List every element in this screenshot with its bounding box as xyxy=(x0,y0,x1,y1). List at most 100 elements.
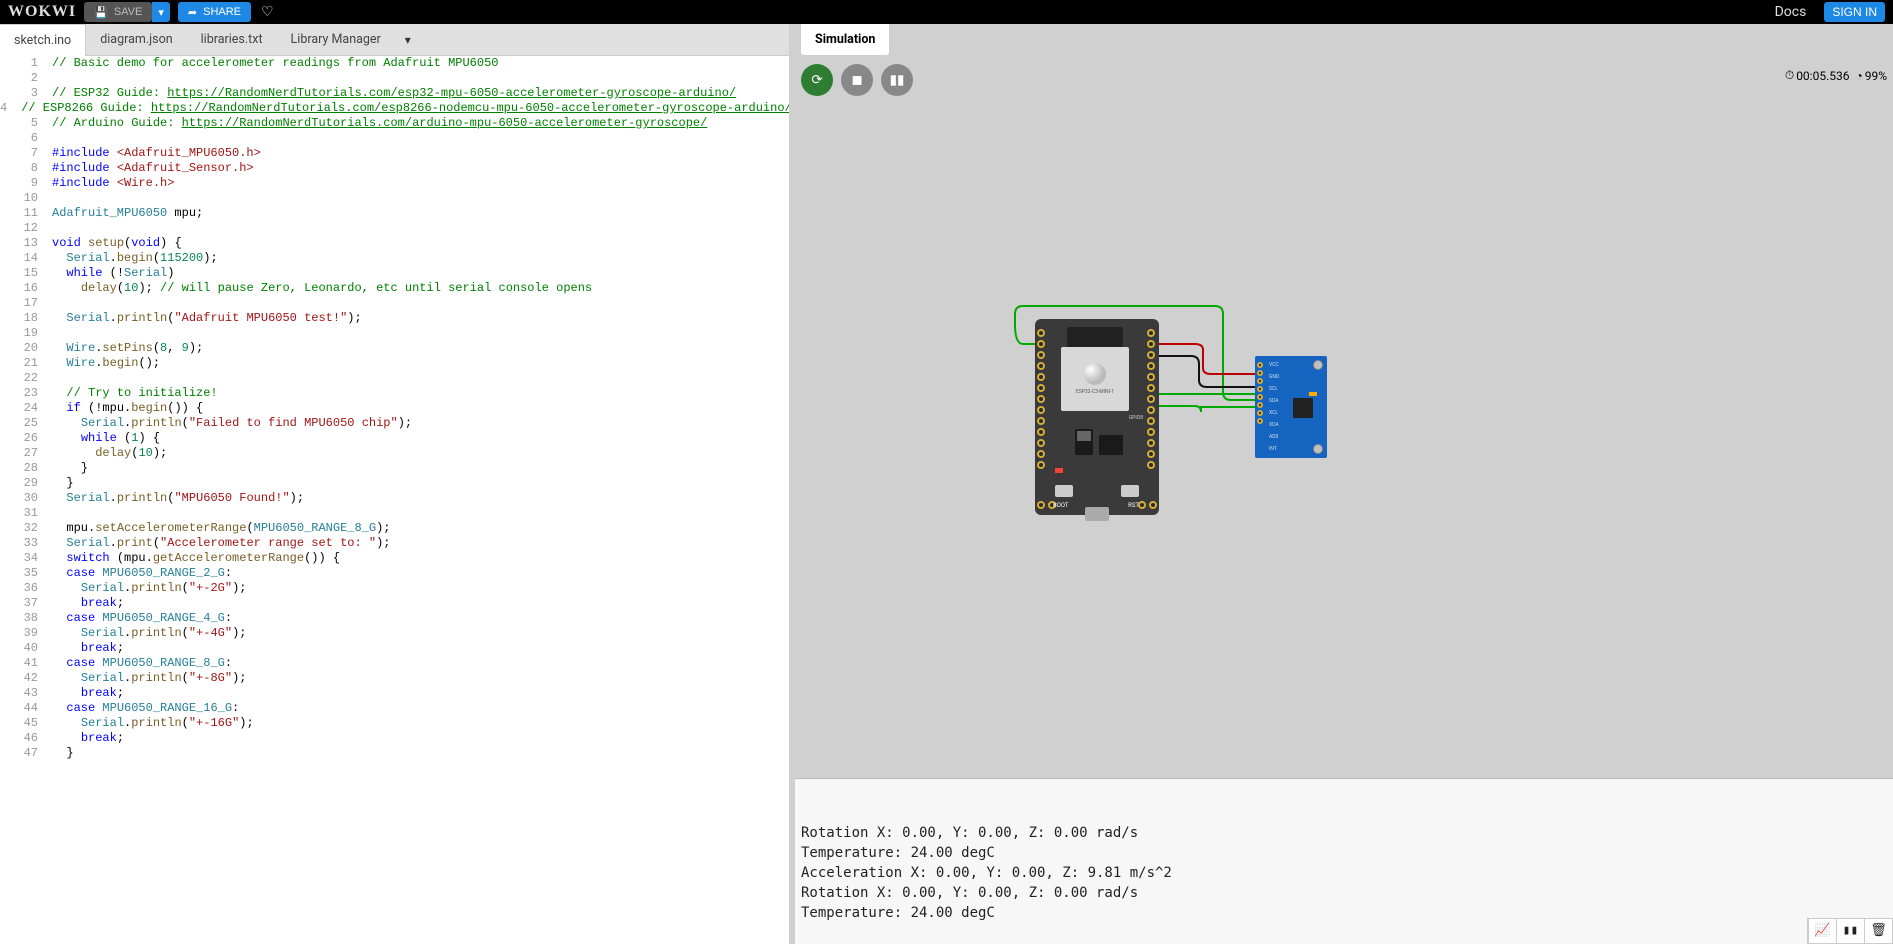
line-content[interactable]: } xyxy=(48,461,789,476)
tab-simulation[interactable]: Simulation xyxy=(801,24,889,55)
plot-icon[interactable]: 📈 xyxy=(1808,919,1836,943)
code-line[interactable]: 17 xyxy=(0,296,789,311)
code-line[interactable]: 20 Wire.setPins(8, 9); xyxy=(0,341,789,356)
line-content[interactable]: break; xyxy=(48,596,789,611)
code-line[interactable]: 25 Serial.println("Failed to find MPU605… xyxy=(0,416,789,431)
line-content[interactable]: break; xyxy=(48,731,789,746)
code-line[interactable]: 27 delay(10); xyxy=(0,446,789,461)
code-line[interactable]: 46 break; xyxy=(0,731,789,746)
save-button[interactable]: 💾 SAVE xyxy=(84,2,152,22)
code-line[interactable]: 44 case MPU6050_RANGE_16_G: xyxy=(0,701,789,716)
line-content[interactable]: Wire.begin(); xyxy=(48,356,789,371)
code-line[interactable]: 11Adafruit_MPU6050 mpu; xyxy=(0,206,789,221)
line-content[interactable]: Wire.setPins(8, 9); xyxy=(48,341,789,356)
code-line[interactable]: 28 } xyxy=(0,461,789,476)
code-line[interactable]: 19 xyxy=(0,326,789,341)
tab-overflow-button[interactable]: ▾ xyxy=(395,25,421,55)
line-content[interactable]: break; xyxy=(48,641,789,656)
code-line[interactable]: 4// ESP8266 Guide: https://RandomNerdTut… xyxy=(0,101,789,116)
code-line[interactable]: 31 xyxy=(0,506,789,521)
restart-button[interactable]: ⟳ xyxy=(801,64,833,96)
line-content[interactable]: Serial.println("Adafruit MPU6050 test!")… xyxy=(48,311,789,326)
code-line[interactable]: 38 case MPU6050_RANGE_4_G: xyxy=(0,611,789,626)
code-line[interactable]: 41 case MPU6050_RANGE_8_G: xyxy=(0,656,789,671)
code-line[interactable]: 34 switch (mpu.getAccelerometerRange()) … xyxy=(0,551,789,566)
line-content[interactable]: void setup(void) { xyxy=(48,236,789,251)
code-line[interactable]: 32 mpu.setAccelerometerRange(MPU6050_RAN… xyxy=(0,521,789,536)
line-content[interactable]: if (!mpu.begin()) { xyxy=(48,401,789,416)
code-line[interactable]: 1// Basic demo for accelerometer reading… xyxy=(0,56,789,71)
line-content[interactable]: while (1) { xyxy=(48,431,789,446)
line-content[interactable] xyxy=(48,371,789,386)
line-content[interactable]: case MPU6050_RANGE_8_G: xyxy=(48,656,789,671)
line-content[interactable]: switch (mpu.getAccelerometerRange()) { xyxy=(48,551,789,566)
code-line[interactable]: 26 while (1) { xyxy=(0,431,789,446)
code-line[interactable]: 29 } xyxy=(0,476,789,491)
code-line[interactable]: 9#include <Wire.h> xyxy=(0,176,789,191)
line-content[interactable]: Serial.println("+-4G"); xyxy=(48,626,789,641)
code-line[interactable]: 39 Serial.println("+-4G"); xyxy=(0,626,789,641)
docs-link[interactable]: Docs xyxy=(1775,4,1807,20)
stop-button[interactable]: ◼ xyxy=(841,64,873,96)
line-content[interactable] xyxy=(48,131,789,146)
line-content[interactable] xyxy=(48,221,789,236)
code-line[interactable]: 2 xyxy=(0,71,789,86)
serial-clear-icon[interactable]: 🗑 xyxy=(1864,919,1892,943)
tab-libraries[interactable]: libraries.txt xyxy=(187,24,277,55)
code-line[interactable]: 10 xyxy=(0,191,789,206)
board-mpu6050[interactable]: VCCGNDSCLSDAXCLXDAAD0INT xyxy=(1255,356,1327,458)
line-content[interactable] xyxy=(48,506,789,521)
line-content[interactable]: case MPU6050_RANGE_2_G: xyxy=(48,566,789,581)
code-line[interactable]: 8#include <Adafruit_Sensor.h> xyxy=(0,161,789,176)
code-line[interactable]: 6 xyxy=(0,131,789,146)
code-line[interactable]: 16 delay(10); // will pause Zero, Leonar… xyxy=(0,281,789,296)
code-line[interactable]: 18 Serial.println("Adafruit MPU6050 test… xyxy=(0,311,789,326)
line-content[interactable]: break; xyxy=(48,686,789,701)
code-line[interactable]: 30 Serial.println("MPU6050 Found!"); xyxy=(0,491,789,506)
code-line[interactable]: 24 if (!mpu.begin()) { xyxy=(0,401,789,416)
line-content[interactable]: // Arduino Guide: https://RandomNerdTuto… xyxy=(48,116,789,131)
line-content[interactable] xyxy=(48,191,789,206)
line-content[interactable] xyxy=(48,326,789,341)
line-content[interactable]: #include <Adafruit_Sensor.h> xyxy=(48,161,789,176)
line-content[interactable]: Serial.begin(115200); xyxy=(48,251,789,266)
tab-library-manager[interactable]: Library Manager xyxy=(277,24,395,55)
line-content[interactable]: case MPU6050_RANGE_16_G: xyxy=(48,701,789,716)
save-dropdown-button[interactable]: ▾ xyxy=(152,2,170,22)
tab-sketch[interactable]: sketch.ino xyxy=(0,24,86,56)
code-line[interactable]: 21 Wire.begin(); xyxy=(0,356,789,371)
code-line[interactable]: 42 Serial.println("+-8G"); xyxy=(0,671,789,686)
line-content[interactable]: delay(10); xyxy=(48,446,789,461)
code-editor[interactable]: 1// Basic demo for accelerometer reading… xyxy=(0,56,789,944)
board-esp32[interactable]: ESP32-C3-MINI-1 GPIO8 BOOT RST xyxy=(1035,319,1159,515)
code-line[interactable]: 35 case MPU6050_RANGE_2_G: xyxy=(0,566,789,581)
line-content[interactable]: } xyxy=(48,476,789,491)
code-line[interactable]: 12 xyxy=(0,221,789,236)
code-line[interactable]: 40 break; xyxy=(0,641,789,656)
line-content[interactable]: Serial.println("+-8G"); xyxy=(48,671,789,686)
line-content[interactable]: } xyxy=(48,746,789,761)
line-content[interactable]: // Try to initialize! xyxy=(48,386,789,401)
serial-monitor[interactable]: Rotation X: 0.00, Y: 0.00, Z: 0.00 rad/s… xyxy=(795,778,1893,944)
code-line[interactable]: 22 xyxy=(0,371,789,386)
line-content[interactable] xyxy=(48,296,789,311)
line-content[interactable]: case MPU6050_RANGE_4_G: xyxy=(48,611,789,626)
code-line[interactable]: 14 Serial.begin(115200); xyxy=(0,251,789,266)
line-content[interactable]: delay(10); // will pause Zero, Leonardo,… xyxy=(48,281,789,296)
code-line[interactable]: 23 // Try to initialize! xyxy=(0,386,789,401)
line-content[interactable]: #include <Adafruit_MPU6050.h> xyxy=(48,146,789,161)
tab-diagram[interactable]: diagram.json xyxy=(86,24,186,55)
pause-button[interactable]: ▮▮ xyxy=(881,64,913,96)
line-content[interactable]: while (!Serial) xyxy=(48,266,789,281)
line-content[interactable]: #include <Wire.h> xyxy=(48,176,789,191)
line-content[interactable]: Serial.println("Failed to find MPU6050 c… xyxy=(48,416,789,431)
code-line[interactable]: 37 break; xyxy=(0,596,789,611)
line-content[interactable]: mpu.setAccelerometerRange(MPU6050_RANGE_… xyxy=(48,521,789,536)
code-line[interactable]: 36 Serial.println("+-2G"); xyxy=(0,581,789,596)
line-content[interactable]: Serial.println("+-16G"); xyxy=(48,716,789,731)
line-content[interactable]: Adafruit_MPU6050 mpu; xyxy=(48,206,789,221)
code-line[interactable]: 15 while (!Serial) xyxy=(0,266,789,281)
code-line[interactable]: 13void setup(void) { xyxy=(0,236,789,251)
line-content[interactable]: // ESP8266 Guide: https://RandomNerdTuto… xyxy=(17,101,789,116)
code-line[interactable]: 45 Serial.println("+-16G"); xyxy=(0,716,789,731)
